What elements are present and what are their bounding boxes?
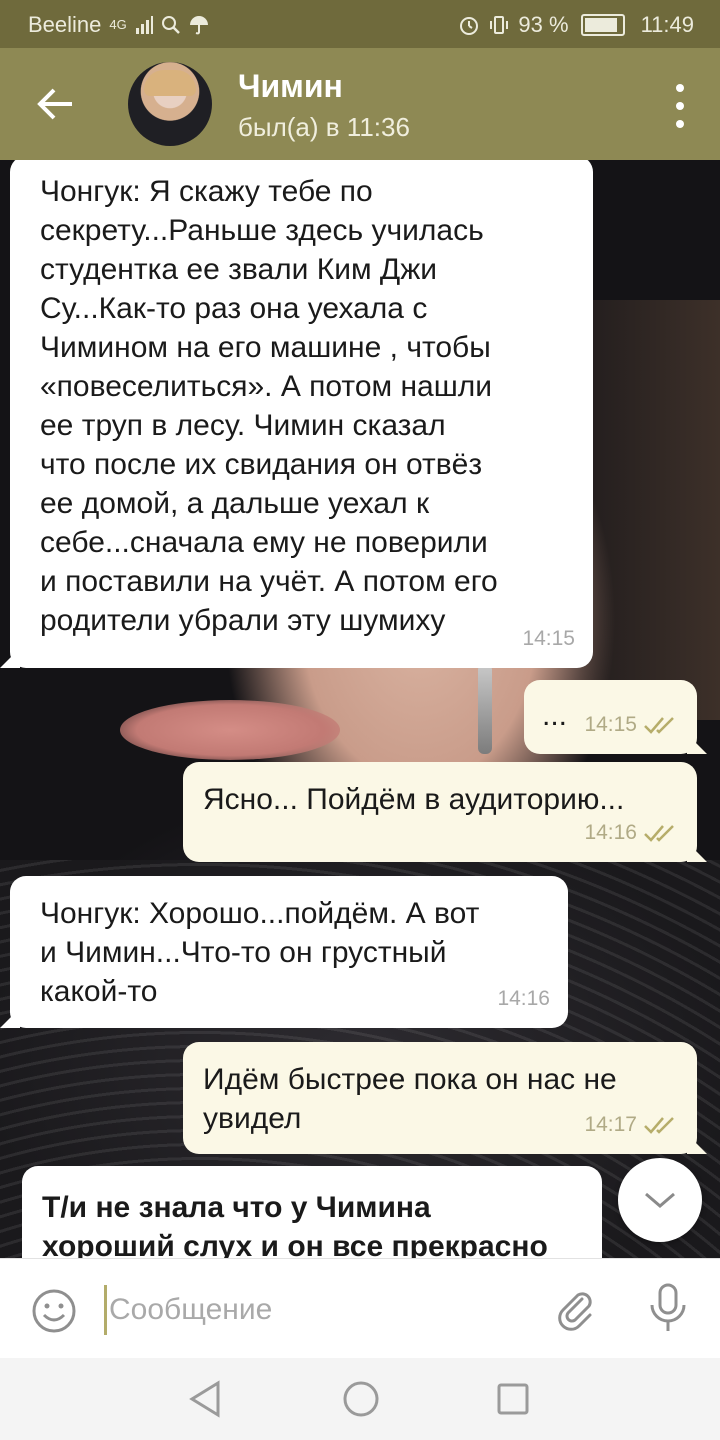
double-check-icon [644,1116,674,1134]
message-text: Т/и не знала что у Чимина хороший слух и… [42,1191,548,1258]
carrier-label: Beeline [28,12,102,37]
message-bubble-in[interactable]: Чонгук: Я скажу тебе по секрету...Раньше… [0,160,593,668]
clock: 11:49 [640,12,694,37]
vibrate-icon [490,16,509,34]
signal-icon: 4G [109,17,127,32]
last-seen: был(а) в 11:36 [238,112,410,142]
system-navigation-bar [0,1358,720,1440]
circle-home-icon [343,1381,379,1417]
message-time: 14:15 [584,713,637,736]
paperclip-icon [558,1292,592,1331]
message-bubble-out[interactable]: Идём быстрее пока он нас не увидел 14:17 [183,1042,707,1154]
chat-header: Чимин был(а) в 11:36 [0,48,720,160]
avatar[interactable] [128,62,212,146]
microphone-button[interactable] [646,1283,690,1335]
alarm-icon [460,17,479,35]
message-time: 14:15 [522,627,575,650]
chevron-down-icon [645,1192,675,1208]
double-check-icon [644,716,674,734]
battery-percent: 93 % [518,12,569,37]
message-bubble-out[interactable]: Ясно... Пойдём в аудиторию... 14:16 [183,762,707,862]
umbrella-icon [189,16,208,35]
nav-back-button[interactable] [188,1380,224,1418]
message-list[interactable]: Чонгук: Я скажу тебе по секрету...Раньше… [0,160,720,1258]
message-time: 14:16 [584,821,637,844]
message-bubble-in[interactable]: Т/и не знала что у Чимина хороший слух и… [22,1166,602,1258]
battery-icon [580,14,625,36]
microphone-icon [650,1283,686,1331]
nav-recent-apps-button[interactable] [496,1382,530,1416]
message-bubble-out[interactable]: ... 14:15 [524,680,707,754]
contact-name[interactable]: Чимин [238,68,343,105]
message-text: Чонгук: Я скажу тебе по секрету...Раньше… [40,175,498,637]
scroll-down-button[interactable] [618,1158,702,1242]
message-time: 14:16 [497,987,550,1010]
message-composer [0,1258,720,1359]
attach-button[interactable] [552,1285,600,1333]
square-recents-icon [497,1383,529,1415]
arrow-left-icon [37,88,72,120]
nav-home-button[interactable] [342,1380,380,1418]
status-bar: Beeline 4G 93 % 11:49 [0,0,720,48]
smile-icon [32,1289,76,1333]
message-time: 14:17 [584,1113,637,1136]
more-vertical-icon[interactable] [672,84,688,128]
back-button[interactable] [30,78,82,130]
triangle-back-icon [189,1380,220,1418]
emoji-button[interactable] [30,1287,78,1335]
message-bubble-in[interactable]: Чонгук: Хорошо...пойдём. А вот и Чимин..… [0,876,568,1028]
search-icon [161,16,180,34]
message-input[interactable] [104,1285,531,1335]
signal-bars-icon [135,16,153,34]
network-type-label: 4G [109,17,127,32]
double-check-icon [644,824,674,842]
message-text: Чонгук: Хорошо...пойдём. А вот и Чимин..… [40,897,480,1008]
